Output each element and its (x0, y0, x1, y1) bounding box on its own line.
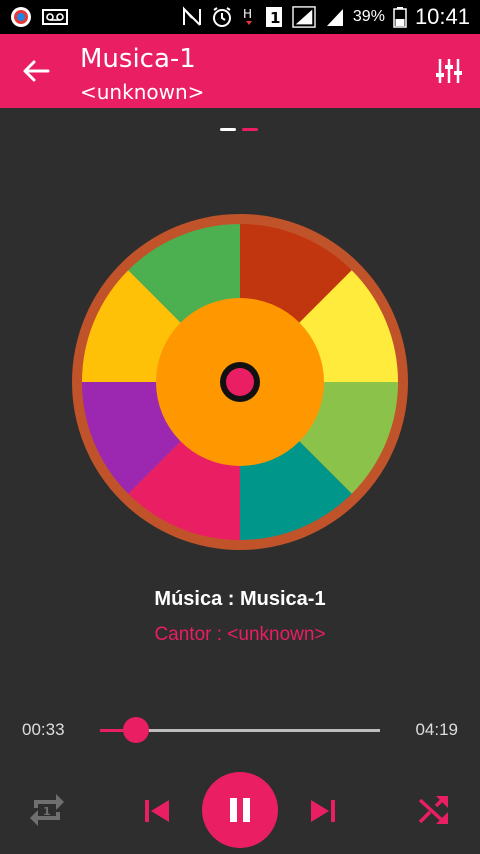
equalizer-icon[interactable] (434, 56, 464, 86)
seek-thumb[interactable] (122, 717, 149, 743)
app-bar: Musica-1 <unknown> (0, 34, 480, 108)
svg-text:1: 1 (270, 9, 280, 27)
current-time: 00:33 (22, 720, 65, 739)
back-arrow-icon[interactable] (18, 56, 54, 86)
page-indicator-dot[interactable] (220, 128, 236, 131)
pause-button[interactable] (202, 772, 278, 848)
previous-icon[interactable] (142, 796, 172, 826)
svg-text:H: H (243, 7, 252, 21)
battery-icon (393, 7, 407, 28)
signal-sim2-icon (326, 9, 343, 26)
seek-bar[interactable] (100, 717, 380, 743)
shuffle-icon[interactable] (416, 792, 452, 828)
app-notification-icon (11, 7, 31, 27)
sim-1-icon: 1 (265, 7, 282, 27)
disc-hole (226, 368, 254, 396)
page-indicator (220, 128, 258, 131)
nfc-icon (182, 6, 201, 26)
pause-icon (230, 798, 250, 822)
svg-text:1: 1 (43, 805, 51, 818)
next-icon[interactable] (308, 796, 338, 826)
status-bar: H 1 39% 10:41 (0, 0, 480, 34)
clock: 10:41 (414, 4, 470, 29)
network-h-icon: H (243, 7, 252, 25)
song-artist: Cantor : <unknown> (154, 624, 326, 645)
battery-percent: 39% (352, 8, 385, 25)
alarm-icon (212, 7, 231, 27)
album-disc (72, 214, 408, 550)
page-subtitle: <unknown> (80, 80, 205, 104)
signal-sim1-icon (292, 6, 316, 28)
page-indicator-dot-active[interactable] (242, 128, 258, 131)
song-title: Música : Musica-1 (154, 588, 326, 610)
repeat-one-icon[interactable]: 1 (28, 790, 66, 830)
page-title: Musica-1 (80, 44, 196, 74)
total-time: 04:19 (415, 720, 458, 739)
voicemail-icon (42, 9, 68, 25)
